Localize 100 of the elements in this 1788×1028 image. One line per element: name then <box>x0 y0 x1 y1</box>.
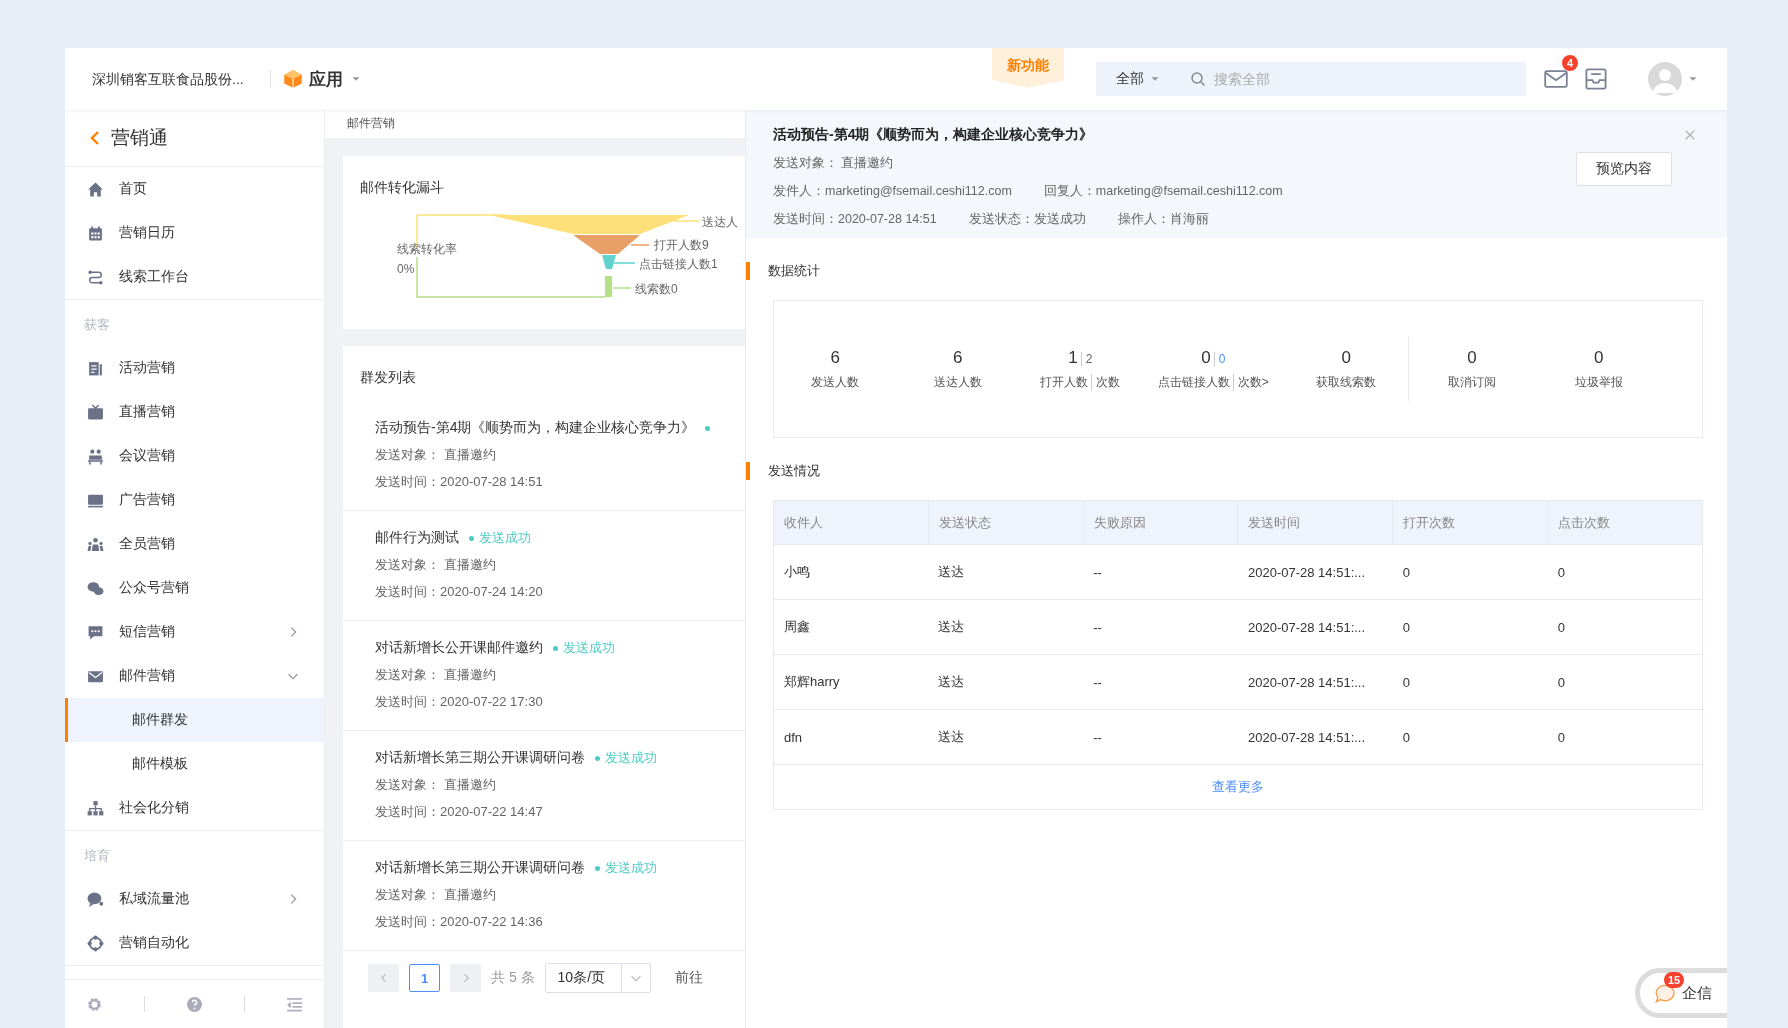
table-cell: -- <box>1083 654 1238 710</box>
table-cell: 0 <box>1547 654 1703 710</box>
campaign-title[interactable]: 邮件行为测试 <box>375 529 459 547</box>
search-field[interactable]: 搜索全部 <box>1174 62 1526 96</box>
help-icon[interactable] <box>185 995 203 1013</box>
card-title: 群发列表 <box>359 369 417 387</box>
section-heading: 培育 <box>83 847 111 865</box>
leader-line <box>630 244 650 246</box>
rate-label: 线索转化率 <box>397 242 457 256</box>
menu-item[interactable]: 线索工作台 <box>65 255 324 299</box>
stat-value: 1 <box>1068 347 1078 368</box>
table-cell: 周鑫 <box>773 599 929 655</box>
unread-badge: 15 <box>1664 972 1685 988</box>
table-cell: 0 <box>1547 599 1703 655</box>
table-cell: 2020-07-28 14:51:... <box>1238 599 1393 655</box>
table-cell: 郑辉harry <box>773 654 929 710</box>
menu-item[interactable]: 直播营销 <box>65 390 324 434</box>
menu-item[interactable]: 会议营销 <box>65 434 324 478</box>
detail-title: 活动预告-第4期《顺势而为，构建企业核心竞争力》 <box>773 126 1094 144</box>
column-header: 打开次数 <box>1392 500 1548 545</box>
section-heading: 获客 <box>83 316 111 334</box>
campaign-title[interactable]: 对话新增长第三期公开课调研问卷 <box>375 859 585 877</box>
status-dot <box>705 425 711 431</box>
rate-value: 0% <box>397 262 415 276</box>
table-cell: 小鸣 <box>773 544 929 600</box>
stat-label: 打开人数 <box>1040 373 1089 391</box>
campaign-title[interactable]: 对话新增长第三期公开课调研问卷 <box>375 749 585 767</box>
menu-item[interactable]: 邮件营销 <box>65 654 324 698</box>
menu-item[interactable]: 广告营销 <box>65 478 324 522</box>
column-header: 点击次数 <box>1547 500 1703 545</box>
meeting-icon <box>87 447 104 465</box>
campaign-time: 发送时间：2020-07-28 14:51 <box>375 473 544 491</box>
table-cell: 0 <box>1392 654 1548 710</box>
avatar-icon <box>1648 62 1682 96</box>
inbox-icon[interactable] <box>1584 67 1608 91</box>
detail-field: 发件人：marketing@fsemail.ceshi112.com <box>773 183 1012 200</box>
document-icon <box>87 359 104 377</box>
stat-value: 0 <box>1201 347 1211 368</box>
chat-label[interactable]: 企信 <box>1682 983 1712 1003</box>
menu-item[interactable]: 公众号营销 <box>65 566 324 610</box>
sidebar-header[interactable]: 营销通 <box>65 110 324 167</box>
funnel-label: 点击链接人数1 <box>639 257 718 271</box>
message-icon <box>87 623 104 641</box>
calendar-icon <box>87 224 104 242</box>
campaign-time: 发送时间：2020-07-22 14:36 <box>375 913 544 931</box>
settings-icon[interactable] <box>85 995 103 1013</box>
status-label: 发送成功 <box>595 859 657 877</box>
status-label: 发送成功 <box>595 749 657 767</box>
app-menu[interactable]: 应用 <box>282 67 363 91</box>
close-button[interactable] <box>1683 128 1697 142</box>
company-name: 深圳销客互联食品股份... <box>92 70 271 88</box>
column-header: 发送时间 <box>1238 500 1393 545</box>
notification-badge: 4 <box>1561 55 1578 71</box>
page-heading: 邮件营销 <box>325 110 745 138</box>
menu-item[interactable]: 短信营销 <box>65 610 324 654</box>
table-cell: 送达 <box>928 654 1084 710</box>
mail-icon[interactable] <box>1544 67 1568 91</box>
campaign-title[interactable]: 活动预告-第4期《顺势而为，构建企业核心竞争力》 <box>375 419 696 437</box>
menu-item[interactable]: 社会化分销 <box>65 786 324 830</box>
table-cell: 送达 <box>928 544 1084 600</box>
submenu-item[interactable]: 邮件群发 <box>65 698 324 742</box>
scope-dropdown[interactable]: 全部 <box>1096 62 1174 96</box>
total-count: 共 5 条 <box>491 969 535 987</box>
funnel-label: 线索数0 <box>635 282 678 296</box>
close-icon <box>1683 128 1697 142</box>
table-cell: 2020-07-28 14:51:... <box>1238 654 1393 710</box>
menu-item[interactable]: 首页 <box>65 167 324 211</box>
menu-item[interactable]: 营销日历 <box>65 211 324 255</box>
campaign-time: 发送时间：2020-07-22 17:30 <box>375 693 544 711</box>
campaign-title[interactable]: 对话新增长公开课邮件邀约 <box>375 639 543 657</box>
collapse-menu-icon[interactable] <box>286 995 304 1013</box>
campaign-time: 发送时间：2020-07-24 14:20 <box>375 583 544 601</box>
menu-item[interactable]: 全员营销 <box>65 522 324 566</box>
menu-item[interactable]: 营销自动化 <box>65 921 324 965</box>
table-cell: 送达 <box>928 599 1084 655</box>
team-icon <box>87 535 104 553</box>
status-label: 发送成功 <box>469 529 531 547</box>
detail-field: 发送时间：2020-07-28 14:51 <box>773 211 937 228</box>
submenu-item[interactable]: 邮件模板 <box>65 742 324 786</box>
menu-item[interactable]: 活动营销 <box>65 346 324 390</box>
goto-label: 前往 <box>674 969 703 987</box>
funnel-label: 打开人数9 <box>654 238 709 252</box>
campaign-time: 发送时间：2020-07-22 14:47 <box>375 803 544 821</box>
stat-value: 0 <box>1467 347 1477 368</box>
org-chart-icon <box>87 799 104 817</box>
campaign-target: 发送对象： 直播邀约 <box>375 446 497 464</box>
tv-icon <box>87 403 104 421</box>
chat-bubble-icon <box>1654 983 1676 1003</box>
page-size-select[interactable]: 10条/页 <box>544 963 651 993</box>
detail-field: 发送对象： 直播邀约 <box>773 155 894 172</box>
menu-item[interactable]: 私域流量池 <box>65 877 324 921</box>
leader-line <box>613 262 636 264</box>
home-icon <box>87 180 104 198</box>
stat-label: 送达人数 <box>933 373 982 391</box>
table-cell: 0 <box>1392 709 1548 765</box>
table-cell: 2020-07-28 14:51:... <box>1238 544 1393 600</box>
stat-value: 6 <box>953 347 963 368</box>
stat-value: 6 <box>830 347 840 368</box>
preview-button[interactable]: 预览内容 <box>1576 152 1672 186</box>
chat-icon <box>87 890 104 908</box>
